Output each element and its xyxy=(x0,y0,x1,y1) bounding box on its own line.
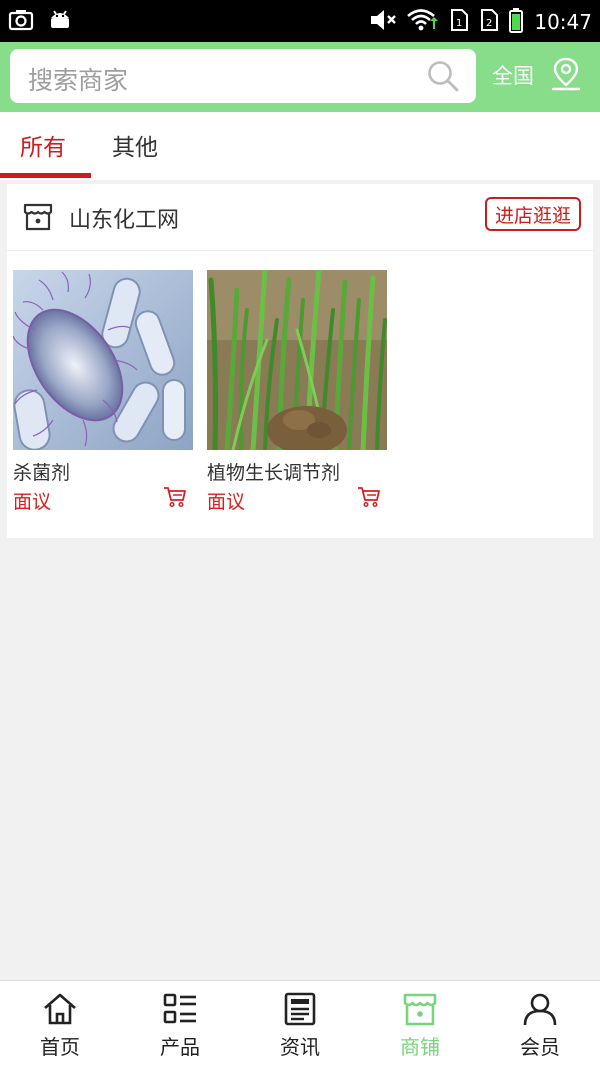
wifi-icon xyxy=(406,7,440,37)
product-card[interactable]: 杀菌剂 面议 xyxy=(13,270,193,514)
shop-name: 山东化工网 xyxy=(69,208,180,233)
nav-products-label: 产品 xyxy=(160,1035,200,1059)
nav-products[interactable]: 产品 xyxy=(120,981,240,1068)
mute-icon xyxy=(368,7,398,37)
nav-news[interactable]: 资讯 xyxy=(240,981,360,1068)
android-icon xyxy=(48,8,72,36)
home-icon xyxy=(42,991,78,1031)
search-icon[interactable] xyxy=(426,59,460,97)
search-input[interactable]: 搜索商家 xyxy=(10,49,476,103)
add-to-cart-icon[interactable] xyxy=(163,486,187,512)
sim2-icon: 2 xyxy=(478,7,500,37)
nav-member-label: 会员 xyxy=(520,1035,560,1059)
active-tab-indicator xyxy=(0,173,91,178)
news-icon xyxy=(282,991,318,1031)
product-list-icon xyxy=(162,991,198,1031)
sim1-icon: 1 xyxy=(448,7,470,37)
nav-stores[interactable]: 商铺 xyxy=(360,981,480,1068)
svg-text:2: 2 xyxy=(486,18,492,29)
product-card[interactable]: 植物生长调节剂 面议 xyxy=(207,270,387,514)
store-icon xyxy=(22,200,54,236)
screenshot-icon xyxy=(8,8,34,36)
green-seedlings-image xyxy=(207,270,387,450)
clock: 10:47 xyxy=(534,10,592,34)
location-pin-icon[interactable] xyxy=(549,56,583,96)
member-icon xyxy=(522,991,558,1031)
tab-all[interactable]: 所有 xyxy=(20,128,66,162)
tab-other[interactable]: 其他 xyxy=(112,128,158,162)
header-bar: 搜索商家 全国 xyxy=(0,42,600,112)
status-bar: 1 2 10:47 xyxy=(0,0,600,42)
category-tabs: 所有 其他 xyxy=(0,112,600,180)
bottom-navigation: 首页 产品 资讯 商铺 会员 xyxy=(0,980,600,1068)
store-icon xyxy=(402,991,438,1031)
shop-card: 山东化工网 进店逛逛 杀菌剂 面议 植物生长调节剂 面议 xyxy=(7,184,593,538)
nav-stores-label: 商铺 xyxy=(400,1035,440,1059)
nav-home[interactable]: 首页 xyxy=(0,981,120,1068)
add-to-cart-icon[interactable] xyxy=(357,486,381,512)
nav-home-label: 首页 xyxy=(40,1035,80,1059)
product-name: 植物生长调节剂 xyxy=(207,462,341,484)
nav-member[interactable]: 会员 xyxy=(480,981,600,1068)
bacteria-microscope-image xyxy=(13,270,193,450)
search-placeholder: 搜索商家 xyxy=(28,66,129,95)
nav-news-label: 资讯 xyxy=(280,1035,320,1059)
battery-icon xyxy=(508,7,524,37)
region-selector[interactable]: 全国 xyxy=(492,60,534,90)
visit-shop-button[interactable]: 进店逛逛 xyxy=(485,197,581,231)
svg-text:1: 1 xyxy=(456,18,462,29)
shop-header[interactable]: 山东化工网 进店逛逛 xyxy=(7,184,593,251)
product-name: 杀菌剂 xyxy=(13,462,71,484)
